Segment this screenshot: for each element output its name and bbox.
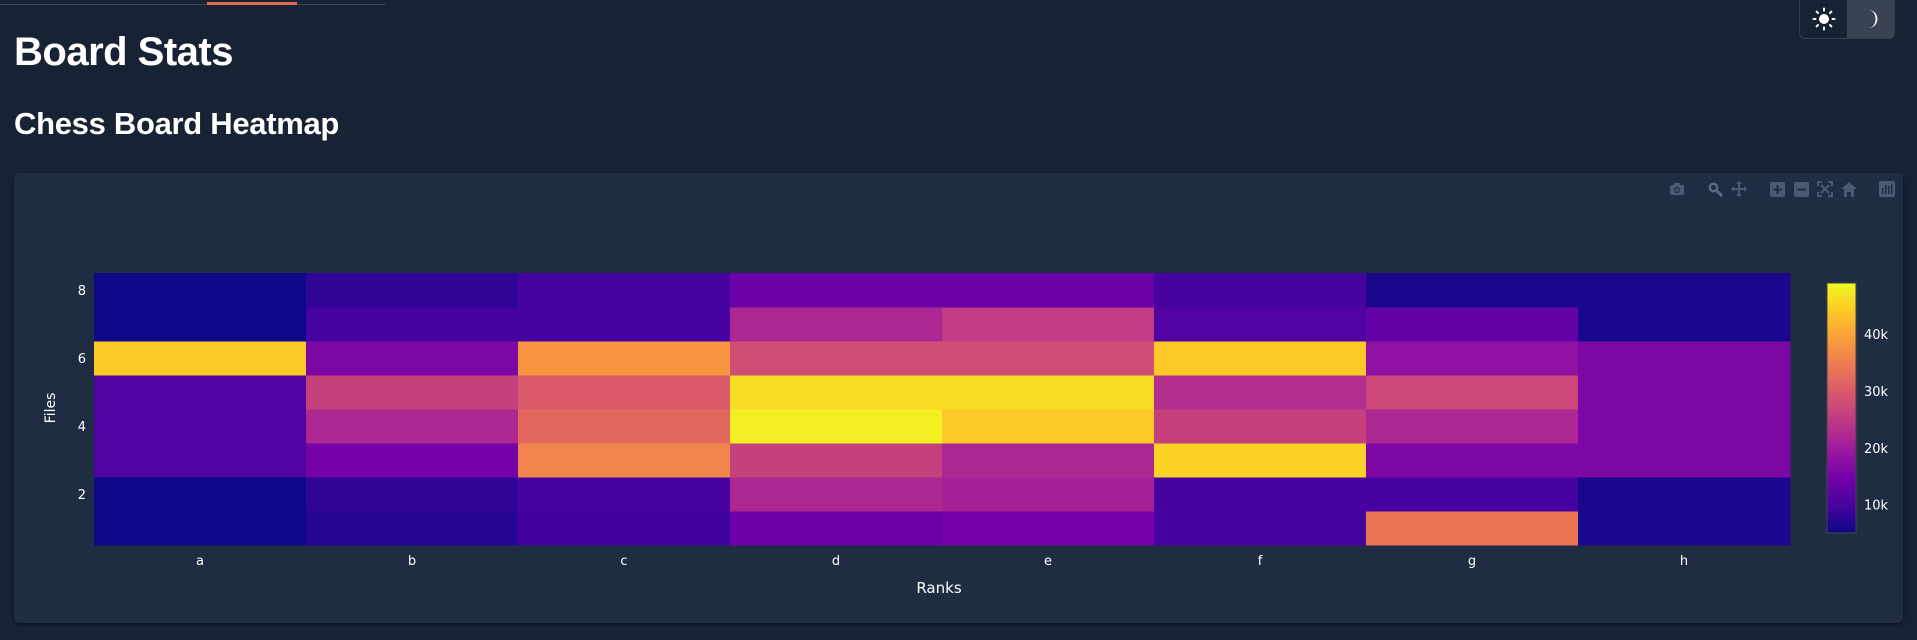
heatmap-cell-d4[interactable] (730, 409, 943, 444)
heatmap-cell-b1[interactable] (306, 511, 519, 546)
heatmap-cell-e2[interactable] (942, 477, 1155, 512)
heatmap-cell-h1[interactable] (1578, 511, 1791, 546)
x-tick-g: g (1468, 554, 1476, 569)
section-title: Chess Board Heatmap (14, 106, 340, 141)
x-tick-f: f (1258, 554, 1263, 569)
heatmap-cell-g7[interactable] (1366, 307, 1579, 342)
heatmap-cell-g1[interactable] (1366, 511, 1579, 546)
active-tab-indicator (207, 2, 297, 5)
heatmap-cell-d1[interactable] (730, 511, 943, 546)
x-tick-h: h (1680, 554, 1688, 569)
heatmap-cell-g8[interactable] (1366, 273, 1579, 308)
y-tick-2: 2 (78, 488, 86, 503)
sun-icon (1812, 7, 1835, 30)
heatmap-cell-e8[interactable] (942, 273, 1155, 308)
heatmap-cell-f1[interactable] (1154, 511, 1367, 546)
heatmap-cell-e7[interactable] (942, 307, 1155, 342)
colorbar (1826, 282, 1857, 534)
x-tick-b: b (408, 554, 416, 569)
colorbar-tick-40k: 40k (1864, 328, 1889, 343)
heatmap-cell-h8[interactable] (1578, 273, 1791, 308)
x-axis-label: Ranks (916, 579, 961, 597)
heatmap-cell-c2[interactable] (518, 477, 731, 512)
y-axis-ticks: 2 4 6 8 (78, 284, 86, 503)
heatmap-cell-a2[interactable] (94, 477, 307, 512)
heatmap-cell-c4[interactable] (518, 409, 731, 444)
heatmap-cell-g5[interactable] (1366, 375, 1579, 410)
heatmap-cell-d5[interactable] (730, 375, 943, 410)
heatmap-cell-b6[interactable] (306, 341, 519, 376)
heatmap-cell-d7[interactable] (730, 307, 943, 342)
heatmap-cell-h3[interactable] (1578, 443, 1791, 478)
heatmap-cell-b5[interactable] (306, 375, 519, 410)
page-title: Board Stats (14, 30, 234, 74)
moon-icon (1867, 9, 1877, 28)
heatmap-cell-h7[interactable] (1578, 307, 1791, 342)
heatmap-cell-f3[interactable] (1154, 443, 1367, 478)
heatmap-cells (94, 273, 1791, 546)
colorbar-tick-20k: 20k (1864, 442, 1889, 457)
y-axis-label: Files (43, 393, 59, 424)
heatmap-cell-b4[interactable] (306, 409, 519, 444)
heatmap-cell-c1[interactable] (518, 511, 731, 546)
colorbar-ticks: 10k 20k 30k 40k (1864, 328, 1889, 513)
heatmap-cell-e4[interactable] (942, 409, 1155, 444)
heatmap-cell-c7[interactable] (518, 307, 731, 342)
heatmap-cell-h2[interactable] (1578, 477, 1791, 512)
heatmap-chart[interactable]: a b c d e f g h 2 4 6 8 Ranks Files 10k 20k 30k 40k (14, 173, 1903, 623)
heatmap-cell-h4[interactable] (1578, 409, 1791, 444)
heatmap-cell-d8[interactable] (730, 273, 943, 308)
x-tick-d: d (832, 554, 840, 569)
heatmap-cell-c5[interactable] (518, 375, 731, 410)
chart-card: a b c d e f g h 2 4 6 8 Ranks Files 10k 20k 30k 40k (14, 173, 1903, 623)
heatmap-cell-c6[interactable] (518, 341, 731, 376)
heatmap-cell-d6[interactable] (730, 341, 943, 376)
heatmap-cell-a4[interactable] (94, 409, 307, 444)
heatmap-cell-e1[interactable] (942, 511, 1155, 546)
heatmap-cell-a5[interactable] (94, 375, 307, 410)
heatmap-cell-f8[interactable] (1154, 273, 1367, 308)
heatmap-cell-b2[interactable] (306, 477, 519, 512)
x-tick-e: e (1044, 554, 1052, 569)
heatmap-cell-h6[interactable] (1578, 341, 1791, 376)
colorbar-tick-30k: 30k (1864, 385, 1889, 400)
x-tick-a: a (196, 554, 204, 569)
heatmap-cell-g2[interactable] (1366, 477, 1579, 512)
heatmap-cell-f7[interactable] (1154, 307, 1367, 342)
heatmap-cell-a3[interactable] (94, 443, 307, 478)
heatmap-cell-f6[interactable] (1154, 341, 1367, 376)
heatmap-cell-c8[interactable] (518, 273, 731, 308)
heatmap-cell-e5[interactable] (942, 375, 1155, 410)
heatmap-cell-e3[interactable] (942, 443, 1155, 478)
heatmap-cell-g6[interactable] (1366, 341, 1579, 376)
heatmap-cell-b8[interactable] (306, 273, 519, 308)
y-tick-4: 4 (78, 420, 86, 435)
x-axis-ticks: a b c d e f g h (196, 554, 1688, 569)
heatmap-cell-a6[interactable] (94, 341, 307, 376)
heatmap-cell-c3[interactable] (518, 443, 731, 478)
tab-underline (0, 4, 386, 5)
y-tick-6: 6 (78, 352, 86, 367)
heatmap-cell-d3[interactable] (730, 443, 943, 478)
heatmap-cell-b3[interactable] (306, 443, 519, 478)
heatmap-cell-a7[interactable] (94, 307, 307, 342)
heatmap-cell-b7[interactable] (306, 307, 519, 342)
heatmap-cell-h5[interactable] (1578, 375, 1791, 410)
x-tick-c: c (620, 554, 627, 569)
heatmap-cell-f4[interactable] (1154, 409, 1367, 444)
heatmap-cell-e6[interactable] (942, 341, 1155, 376)
heatmap-cell-a8[interactable] (94, 273, 307, 308)
heatmap-cell-d2[interactable] (730, 477, 943, 512)
theme-toggle[interactable] (1799, 0, 1895, 39)
colorbar-tick-10k: 10k (1864, 499, 1889, 514)
heatmap-cell-f2[interactable] (1154, 477, 1367, 512)
heatmap-cell-a1[interactable] (94, 511, 307, 546)
heatmap-cell-g4[interactable] (1366, 409, 1579, 444)
heatmap-cell-g3[interactable] (1366, 443, 1579, 478)
y-tick-8: 8 (78, 284, 86, 299)
heatmap-cell-f5[interactable] (1154, 375, 1367, 410)
dark-theme-button[interactable] (1847, 0, 1894, 38)
light-theme-button[interactable] (1800, 0, 1847, 38)
